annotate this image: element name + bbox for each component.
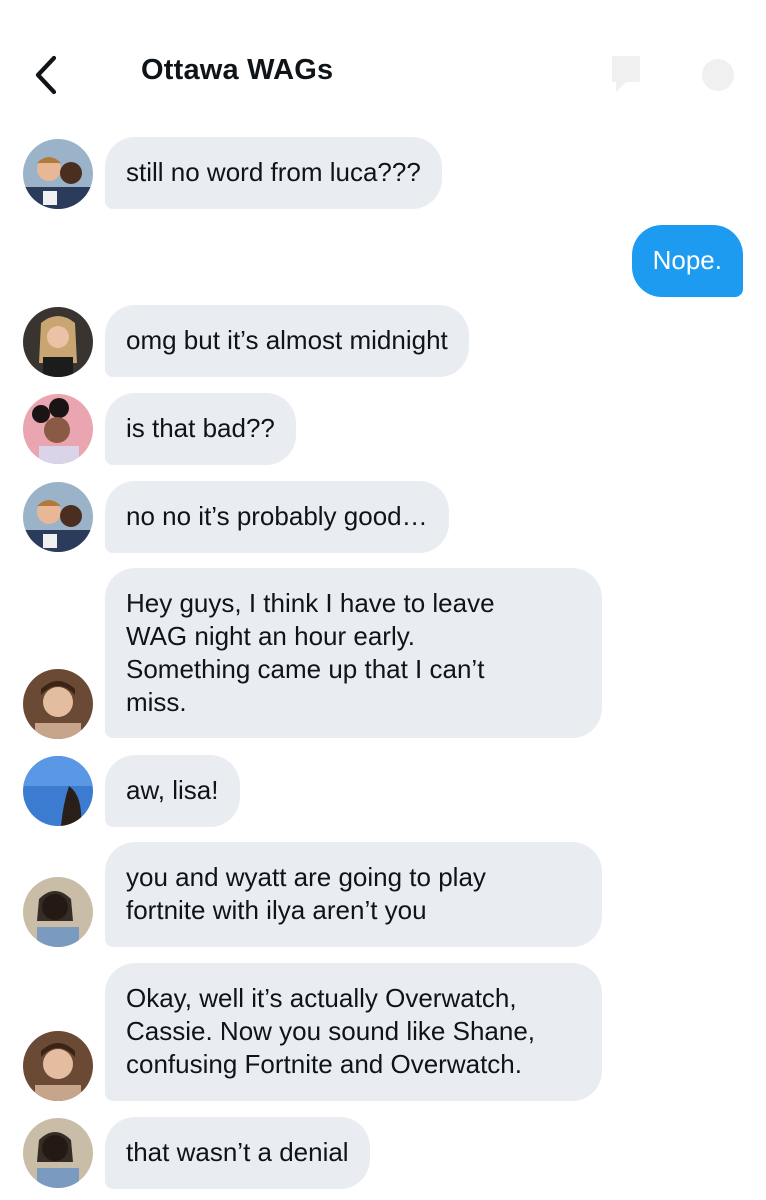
avatar[interactable] — [23, 669, 93, 739]
message-bubble-outgoing[interactable]: Nope. — [631, 225, 743, 297]
message-bubble[interactable]: no no it’s probably good… — [105, 481, 449, 553]
message-bubble[interactable]: that wasn’t a denial — [105, 1117, 370, 1189]
chat-header: Ottawa WAGs — [0, 0, 766, 120]
avatar[interactable] — [23, 482, 93, 552]
message-bubble[interactable]: is that bad?? — [105, 393, 296, 465]
message-bubble[interactable]: still no word from luca??? — [105, 137, 442, 209]
chevron-left-icon — [35, 55, 57, 95]
avatar[interactable] — [23, 756, 93, 826]
chat-title: Ottawa WAGs — [141, 54, 334, 86]
message-bubble[interactable]: aw, lisa! — [105, 755, 240, 827]
avatar[interactable] — [23, 1118, 93, 1188]
message-bubble[interactable]: Hey guys, I think I have to leave WAG ni… — [105, 568, 602, 738]
flag-icon[interactable] — [606, 52, 646, 98]
back-button[interactable] — [22, 52, 68, 98]
info-icon[interactable] — [698, 52, 738, 98]
chat-screen: Ottawa WAGs still no word from luca??? N… — [0, 0, 766, 1200]
message-bubble[interactable]: Okay, well it’s actually Overwatch, Cass… — [105, 963, 602, 1101]
avatar[interactable] — [23, 139, 93, 209]
avatar[interactable] — [23, 1031, 93, 1101]
message-bubble[interactable]: you and wyatt are going to play fortnite… — [105, 842, 602, 947]
avatar[interactable] — [23, 394, 93, 464]
avatar[interactable] — [23, 877, 93, 947]
avatar[interactable] — [23, 307, 93, 377]
message-bubble[interactable]: omg but it’s almost midnight — [105, 305, 469, 377]
